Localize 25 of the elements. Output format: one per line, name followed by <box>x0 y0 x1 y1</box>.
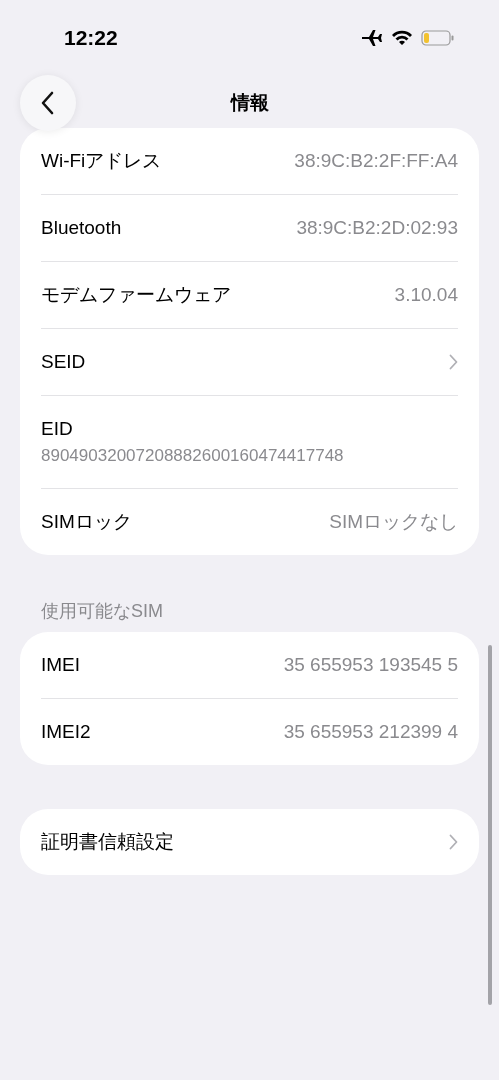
row-label: IMEI <box>41 654 81 676</box>
row-value: 38:9C:B2:2D:02:93 <box>296 217 458 239</box>
airplane-icon <box>361 28 383 47</box>
row-label: Wi-Fiアドレス <box>41 149 162 173</box>
row-value: SIMロックなし <box>329 510 458 534</box>
row-label: IMEI2 <box>41 721 91 743</box>
row-label: Bluetooth <box>41 217 122 239</box>
row-label[interactable]: SEID <box>41 351 86 373</box>
section-header: 使用可能なSIM <box>40 600 164 623</box>
chevron-right-icon[interactable] <box>449 354 458 370</box>
row-value: 35 655953 193545 5 <box>283 654 458 676</box>
row-label: SIMロック <box>41 510 132 534</box>
row-label: モデムファームウェア <box>41 283 231 307</box>
row-value: 89049032007208882600160474417748 <box>41 446 344 466</box>
row-label: EID <box>41 418 73 440</box>
wifi-icon <box>391 29 413 46</box>
chevron-left-icon <box>41 91 55 115</box>
row-value: 38:9C:B2:2F:FF:A4 <box>294 150 458 172</box>
page-title: 情報 <box>230 90 269 115</box>
row-value: 35 655953 212399 4 <box>283 721 458 743</box>
chevron-right-icon[interactable] <box>449 834 458 850</box>
battery-icon <box>421 29 455 46</box>
status-time: 12:22 <box>64 25 118 50</box>
row-label[interactable]: 証明書信頼設定 <box>41 829 174 855</box>
row-value: 3.10.04 <box>394 284 458 306</box>
